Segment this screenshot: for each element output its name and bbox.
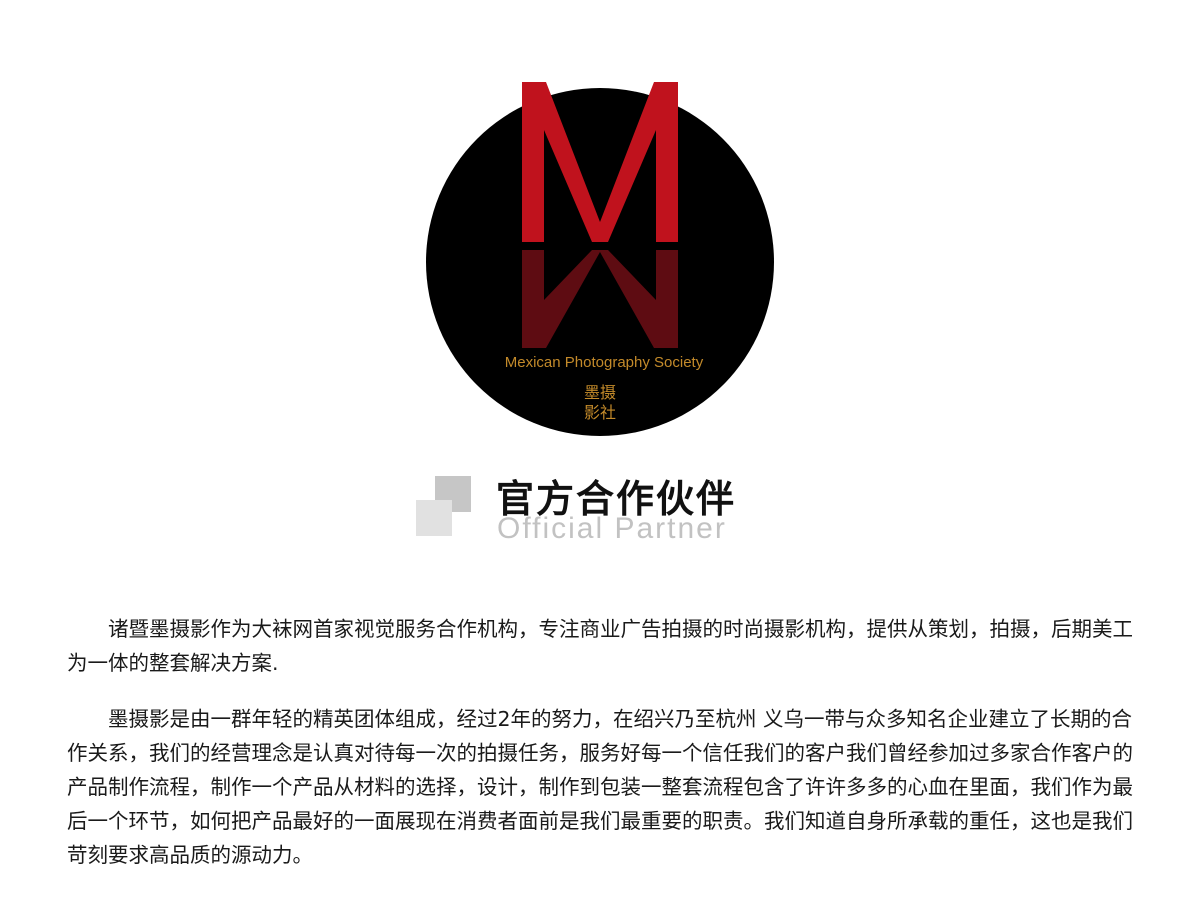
logo-english-name: Mexican Photography Society <box>504 354 704 371</box>
section-heading: 官方合作伙伴 Official Partner <box>0 460 1200 560</box>
heading-title-en: Official Partner <box>497 512 727 545</box>
paragraph-intro: 诸暨墨摄影作为大袜网首家视觉服务合作机构，专注商业广告拍摄的时尚摄影机构，提供从… <box>67 617 1133 675</box>
paragraph-about: 墨摄影是由一群年轻的精英团体组成，经过2年的努力，在绍兴乃至杭州 义乌一带与众多… <box>67 707 1133 867</box>
logo-chinese-line: 影社 <box>583 403 616 422</box>
logo: Mexican Photography Society 墨摄 影社 <box>0 0 1200 450</box>
logo-chinese-line: 墨摄 <box>583 383 616 402</box>
logo-chinese-name: 墨摄 影社 <box>560 383 640 423</box>
decorative-square-light <box>416 500 452 536</box>
m-reflection-icon <box>522 250 678 348</box>
body-text: 诸暨墨摄影作为大袜网首家视觉服务合作机构，专注商业广告拍摄的时尚摄影机构，提供从… <box>67 612 1147 872</box>
m-letter-icon <box>522 82 678 242</box>
